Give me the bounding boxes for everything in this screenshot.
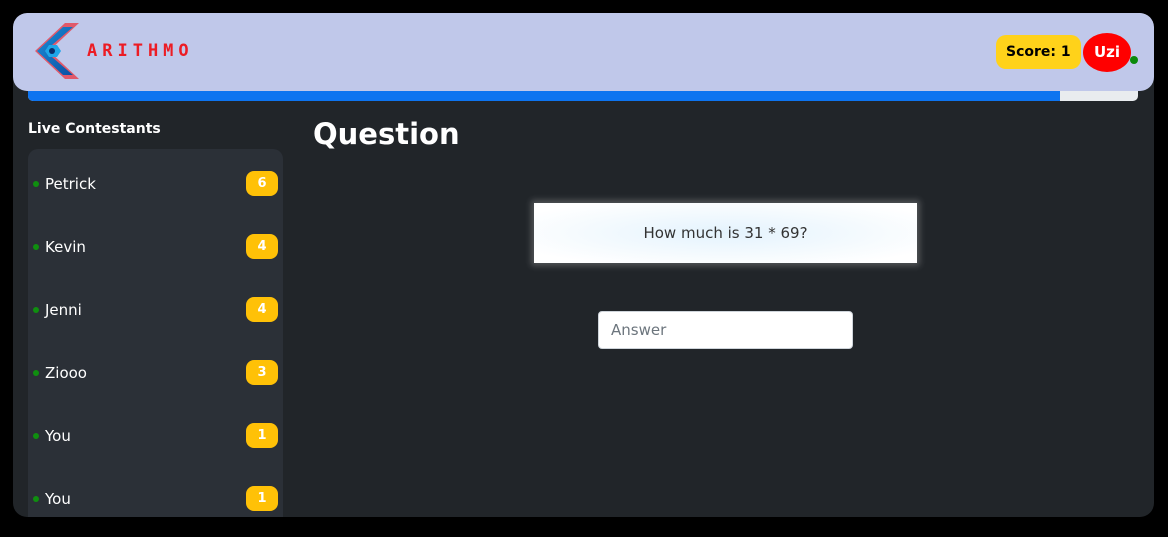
app-window: ARITHMO Score: 1 Uzi Live Contestants Pe… bbox=[13, 13, 1154, 517]
online-status-dot bbox=[33, 370, 39, 376]
list-item[interactable]: You 1 bbox=[28, 422, 283, 450]
online-status-dot bbox=[33, 244, 39, 250]
contestant-name: You bbox=[45, 427, 71, 445]
online-status-dot bbox=[33, 433, 39, 439]
contestant-score-badge: 4 bbox=[246, 234, 278, 259]
contestant-score-badge: 4 bbox=[246, 297, 278, 322]
question-card: How much is 31 * 69? bbox=[534, 203, 917, 263]
score-badge: Score: 1 bbox=[996, 35, 1081, 69]
contestant-score-badge: 1 bbox=[246, 423, 278, 448]
progress-bar bbox=[28, 91, 1138, 101]
contestant-name: You bbox=[45, 490, 71, 508]
progress-fill bbox=[28, 91, 1061, 101]
contestant-name: Petrick bbox=[45, 175, 96, 193]
online-status-dot bbox=[33, 496, 39, 502]
contestant-name: Jenni bbox=[45, 301, 82, 319]
online-status-dot bbox=[33, 307, 39, 313]
contestant-score-badge: 3 bbox=[246, 360, 278, 385]
arithmo-logo-icon bbox=[35, 23, 79, 79]
list-item[interactable]: Kevin 4 bbox=[28, 233, 283, 261]
header: ARITHMO Score: 1 Uzi bbox=[13, 13, 1154, 91]
page-title: Question bbox=[313, 117, 460, 151]
avatar[interactable]: Uzi bbox=[1083, 33, 1131, 72]
list-item[interactable]: Petrick 6 bbox=[28, 170, 283, 198]
online-status-dot bbox=[1130, 56, 1138, 64]
list-item[interactable]: You 1 bbox=[28, 485, 283, 513]
list-item[interactable]: Ziooo 3 bbox=[28, 359, 283, 387]
contestant-list: Petrick 6 Kevin 4 Jenni 4 Ziooo 3 You 1 … bbox=[28, 149, 283, 517]
logo-text: ARITHMO bbox=[87, 41, 194, 61]
online-status-dot bbox=[33, 181, 39, 187]
contestant-name: Kevin bbox=[45, 238, 86, 256]
contestant-name: Ziooo bbox=[45, 364, 87, 382]
contestant-score-badge: 1 bbox=[246, 486, 278, 511]
contestant-score-badge: 6 bbox=[246, 171, 278, 196]
sidebar-title: Live Contestants bbox=[28, 121, 161, 137]
answer-input[interactable] bbox=[598, 311, 853, 349]
list-item[interactable]: Jenni 4 bbox=[28, 296, 283, 324]
logo[interactable]: ARITHMO bbox=[31, 19, 194, 83]
